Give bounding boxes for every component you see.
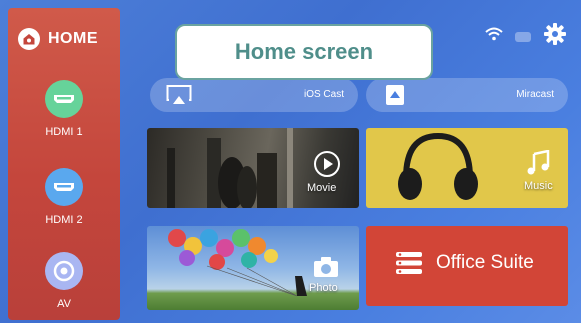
office-suite-content: Office Suite — [396, 252, 534, 274]
list-icon — [396, 252, 422, 274]
gear-icon[interactable] — [543, 22, 567, 51]
office-suite-label: Office Suite — [436, 252, 534, 273]
photo-label: Photo — [309, 282, 338, 294]
home-screen: HOME HDMI 1 HDMI 2 AV Home screen iOS Ca… — [0, 0, 581, 323]
sidebar-item-hdmi-2[interactable]: HDMI 2 — [8, 168, 120, 226]
sidebar-item-label: AV — [57, 298, 71, 310]
wifi-icon — [485, 27, 503, 46]
bluetooth-icon — [515, 31, 531, 42]
sidebar-item-hdmi-1[interactable]: HDMI 1 — [8, 80, 120, 138]
home-button[interactable]: HOME — [18, 28, 98, 50]
source-sidebar: HOME HDMI 1 HDMI 2 AV — [8, 8, 120, 320]
caption-box: Home screen — [175, 24, 433, 80]
hdmi-port-icon — [45, 80, 83, 118]
play-icon — [314, 151, 340, 177]
camera-icon — [314, 257, 338, 277]
music-tile[interactable]: Music — [366, 128, 568, 208]
miracast-icon — [382, 84, 408, 109]
office-suite-tile[interactable]: Office Suite — [366, 226, 568, 306]
sidebar-item-label: HDMI 2 — [45, 214, 83, 226]
status-bar — [485, 22, 567, 51]
sidebar-item-av[interactable]: AV — [8, 252, 120, 310]
miracast-button[interactable]: Miracast — [366, 78, 568, 112]
music-label: Music — [524, 180, 553, 192]
sidebar-item-label: HDMI 1 — [45, 126, 83, 138]
music-note-icon — [527, 150, 550, 175]
ios-cast-label: iOS Cast — [303, 89, 344, 100]
movie-tile[interactable]: Movie — [147, 128, 359, 208]
airplay-icon — [166, 84, 192, 109]
ios-cast-button[interactable]: iOS Cast — [150, 78, 358, 112]
home-label: HOME — [48, 30, 98, 47]
hdmi-port-icon — [45, 168, 83, 206]
movie-label: Movie — [307, 182, 337, 194]
home-icon — [18, 28, 40, 50]
photo-tile[interactable]: Photo — [147, 226, 359, 310]
miracast-label: Miracast — [516, 89, 554, 100]
av-input-icon — [45, 252, 83, 290]
